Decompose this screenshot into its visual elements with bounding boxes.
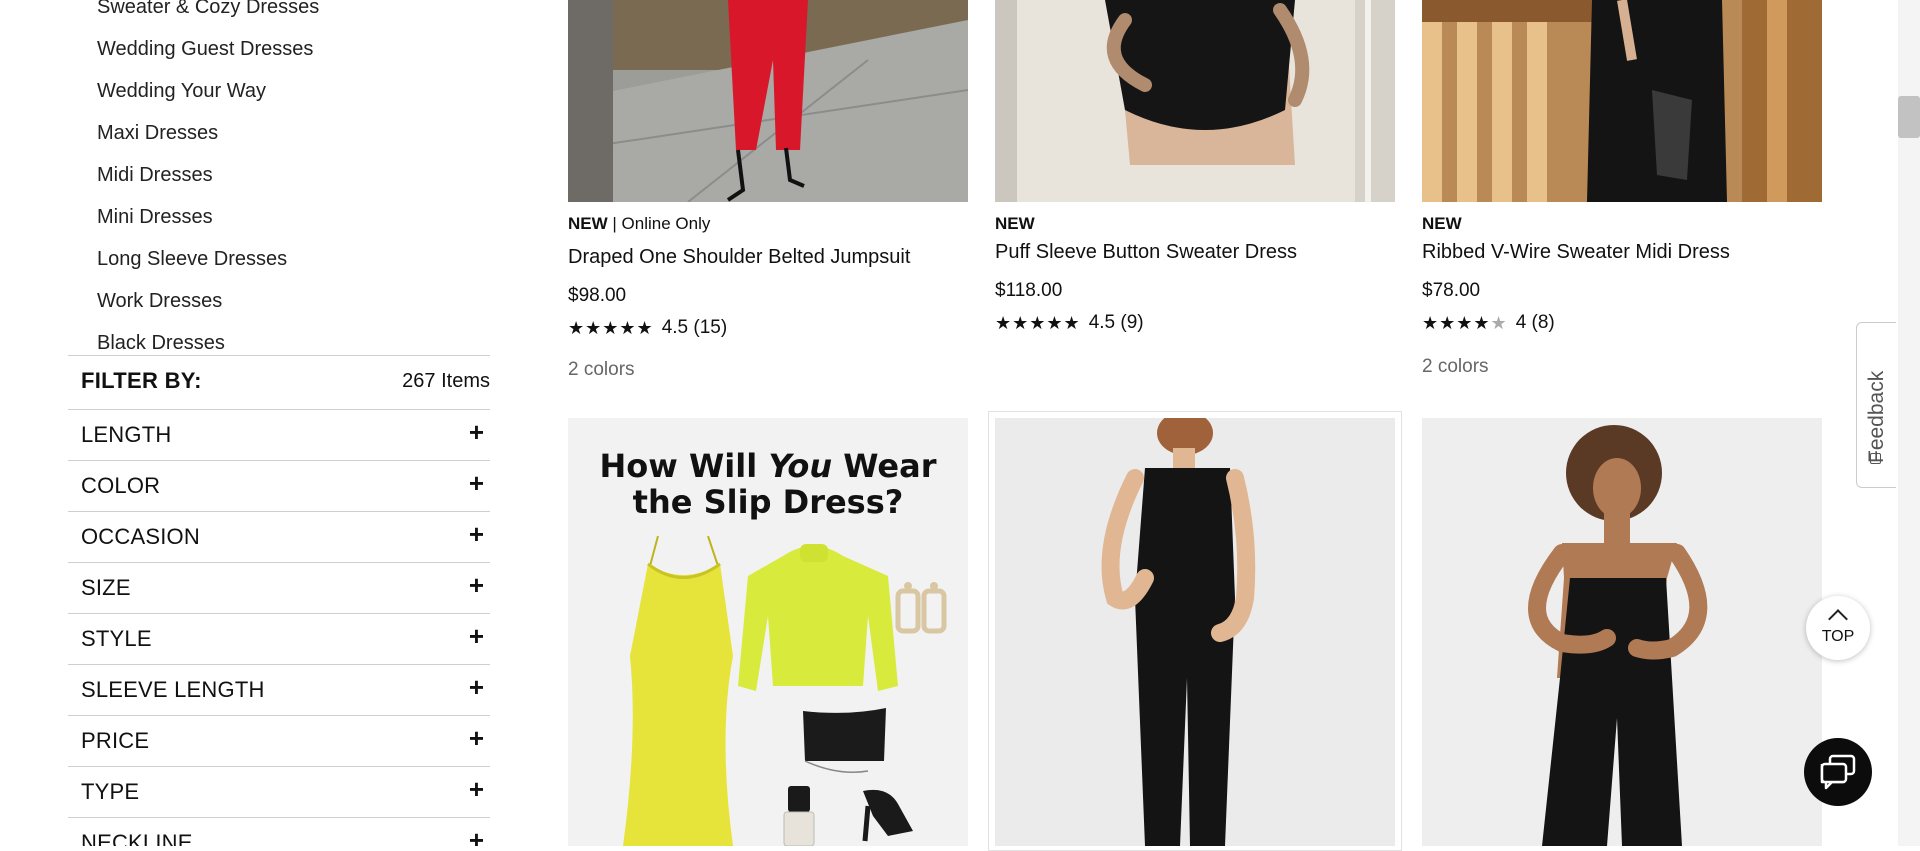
plus-icon: + xyxy=(468,723,484,753)
promo-illustration xyxy=(623,536,947,846)
product-rating: ★★★★★ 4.5 (15) xyxy=(568,317,968,339)
star-rating-icon: ★★★★★ xyxy=(568,317,654,338)
product-price: $98.00 xyxy=(568,285,627,306)
facet-price[interactable]: PRICE + xyxy=(68,715,490,766)
category-link[interactable]: Midi Dresses xyxy=(97,154,319,196)
category-link[interactable]: Wedding Guest Dresses xyxy=(97,28,319,70)
back-to-top-button[interactable]: TOP xyxy=(1806,596,1870,660)
product-image[interactable] xyxy=(1422,418,1822,846)
product-name[interactable]: Draped One Shoulder Belted Jumpsuit xyxy=(568,246,968,269)
category-link[interactable]: Sweater & Cozy Dresses xyxy=(97,0,319,28)
facet-label: NECKLINE xyxy=(81,830,193,846)
scrollbar-thumb[interactable] xyxy=(1898,96,1920,138)
filter-header: FILTER BY: 267 Items xyxy=(68,355,490,409)
rating-value: 4.5 (15) xyxy=(661,317,728,338)
new-badge: NEW xyxy=(568,214,608,233)
filter-facets: LENGTH + COLOR + OCCASION + SIZE + STYLE + SL… xyxy=(68,409,490,846)
plus-icon: + xyxy=(468,417,484,447)
product-image[interactable] xyxy=(995,0,1395,202)
category-link[interactable]: Work Dresses xyxy=(97,280,319,322)
rating-value: 4 (8) xyxy=(1515,312,1555,333)
product-card: NEW Puff Sleeve Button Sweater Dress $11… xyxy=(995,0,1395,334)
product-price: $118.00 xyxy=(995,280,1063,301)
online-only-badge: | Online Only xyxy=(607,214,711,233)
color-count-link[interactable]: 2 colors xyxy=(1422,356,1822,378)
product-badge: NEW xyxy=(1422,214,1822,236)
facet-sleeve-length[interactable]: SLEEVE LENGTH + xyxy=(68,664,490,715)
rating-value: 4.5 (9) xyxy=(1088,312,1144,333)
filter-title: FILTER BY: xyxy=(81,368,202,393)
product-card: NEW Ribbed V-Wire Sweater Midi Dress $78… xyxy=(1422,0,1822,378)
top-label: TOP xyxy=(1821,628,1855,645)
product-badge: NEW xyxy=(995,214,1395,236)
category-link[interactable]: Maxi Dresses xyxy=(97,112,319,154)
product-rating: ★★★★★ 4.5 (9) xyxy=(995,312,1395,334)
color-count-link[interactable]: 2 colors xyxy=(568,359,968,381)
facet-length[interactable]: LENGTH + xyxy=(68,409,490,460)
product-image[interactable] xyxy=(995,418,1395,846)
chat-button[interactable] xyxy=(1804,738,1872,806)
product-name[interactable]: Ribbed V-Wire Sweater Midi Dress xyxy=(1422,241,1822,264)
feedback-tab[interactable]: Feedback xyxy=(1856,322,1896,488)
product-card: NEW | Online Only Draped One Shoulder Be… xyxy=(568,0,968,381)
feedback-icon xyxy=(1870,453,1881,464)
item-count: 267 Items xyxy=(402,370,490,392)
facet-label: STYLE xyxy=(81,626,152,651)
promo-title: How Will You Wear the Slip Dress? xyxy=(599,447,937,521)
category-link[interactable]: Wedding Your Way xyxy=(97,70,319,112)
feedback-label: Feedback xyxy=(1865,370,1888,463)
chevron-up-icon xyxy=(1828,609,1848,629)
category-link[interactable]: Long Sleeve Dresses xyxy=(97,238,319,280)
new-badge: NEW xyxy=(1422,214,1462,233)
facet-label: SIZE xyxy=(81,575,131,600)
star-rating-icon: ★★★★★ xyxy=(995,312,1081,333)
plus-icon: + xyxy=(468,774,484,804)
facet-style[interactable]: STYLE + xyxy=(68,613,490,664)
facet-label: LENGTH xyxy=(81,422,172,447)
product-price: $78.00 xyxy=(1422,280,1481,301)
plus-icon: + xyxy=(468,825,484,846)
product-badge: NEW | Online Only xyxy=(568,214,968,236)
chat-icon xyxy=(1820,754,1856,790)
plus-icon: + xyxy=(468,672,484,702)
plus-icon: + xyxy=(468,621,484,651)
facet-type[interactable]: TYPE + xyxy=(68,766,490,817)
sidebar: Sweater & Cozy Dresses Wedding Guest Dre… xyxy=(68,0,490,846)
product-image[interactable] xyxy=(568,0,968,202)
plus-icon: + xyxy=(468,468,484,498)
category-list: Sweater & Cozy Dresses Wedding Guest Dre… xyxy=(97,0,319,364)
promo-tile[interactable]: How Will You Wear the Slip Dress? xyxy=(568,418,968,846)
star-rating-icon: ★★★★★ xyxy=(1422,312,1508,333)
plus-icon: + xyxy=(468,570,484,600)
facet-label: TYPE xyxy=(81,779,140,804)
plus-icon: + xyxy=(468,519,484,549)
facet-label: OCCASION xyxy=(81,524,200,549)
facet-label: PRICE xyxy=(81,728,150,753)
facet-label: SLEEVE LENGTH xyxy=(81,677,265,702)
facet-neckline[interactable]: NECKLINE + xyxy=(68,817,490,846)
product-name[interactable]: Puff Sleeve Button Sweater Dress xyxy=(995,241,1395,264)
facet-occasion[interactable]: OCCASION + xyxy=(68,511,490,562)
new-badge: NEW xyxy=(995,214,1035,233)
product-image[interactable] xyxy=(1422,0,1822,202)
facet-size[interactable]: SIZE + xyxy=(68,562,490,613)
product-rating: ★★★★★ 4 (8) xyxy=(1422,312,1822,334)
facet-label: COLOR xyxy=(81,473,161,498)
category-link[interactable]: Mini Dresses xyxy=(97,196,319,238)
facet-color[interactable]: COLOR + xyxy=(68,460,490,511)
